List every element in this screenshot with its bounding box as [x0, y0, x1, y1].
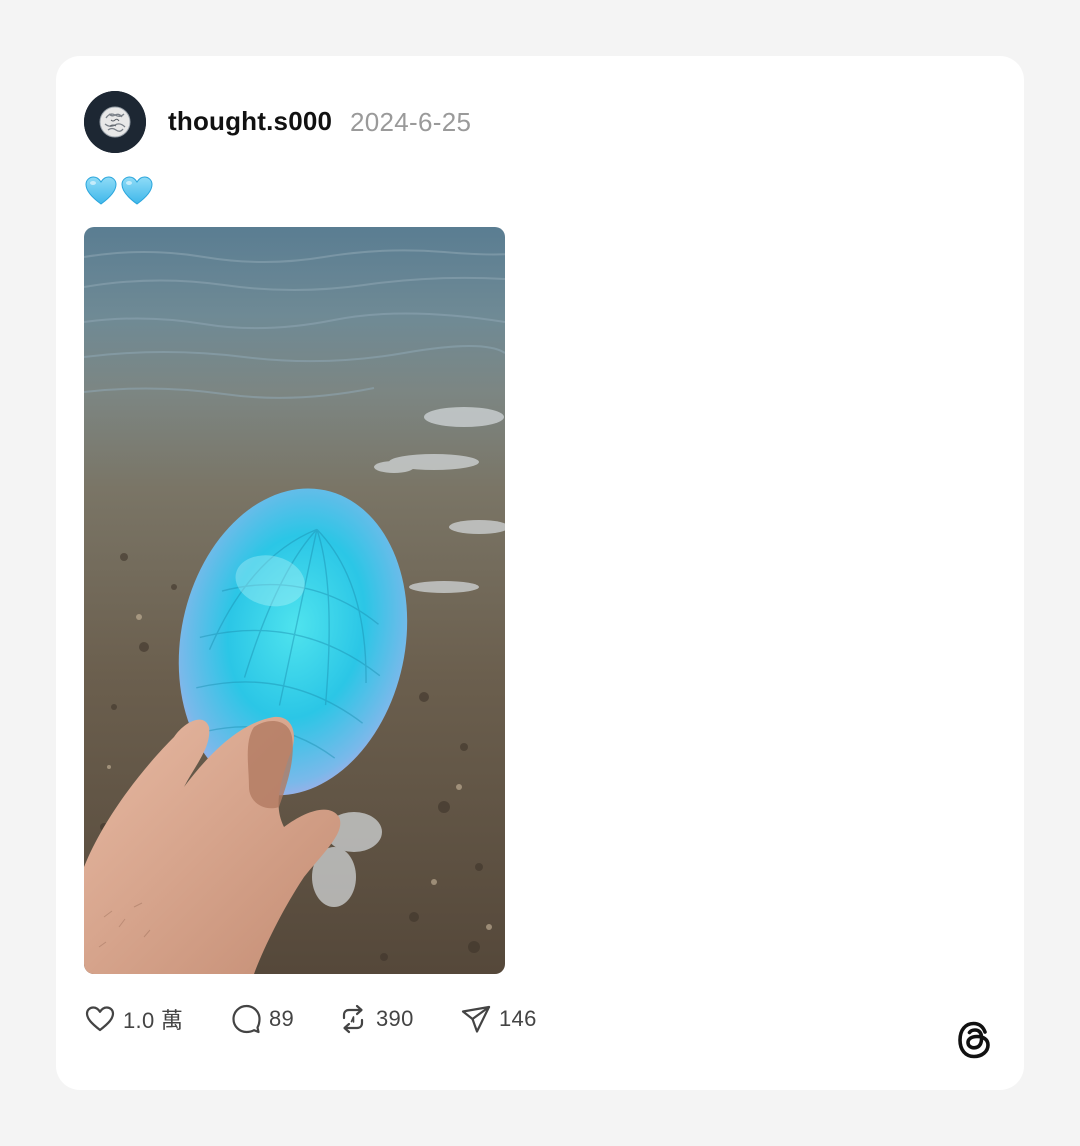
post-date[interactable]: 2024-6-25	[350, 107, 471, 138]
speech-bubble-icon	[230, 1003, 262, 1035]
share-count: 146	[499, 1006, 537, 1031]
blue-heart-icon	[121, 176, 153, 205]
post-video[interactable]	[84, 227, 505, 974]
like-count: 1.0 萬	[123, 1008, 184, 1033]
repost-count: 390	[376, 1006, 414, 1031]
repost-arrows-icon	[337, 1003, 369, 1035]
reply-count: 89	[269, 1006, 295, 1031]
username[interactable]: thought.s000	[168, 106, 332, 137]
paper-plane-icon	[460, 1003, 492, 1035]
like-button[interactable]: 1.0 萬	[84, 1002, 230, 1036]
repost-button[interactable]: 390	[337, 1002, 460, 1036]
reply-button[interactable]: 89	[230, 1002, 337, 1036]
blue-heart-icon	[85, 176, 117, 205]
avatar[interactable]	[84, 91, 146, 153]
action-bar: 1.0 萬 89 390 146	[84, 1002, 550, 1036]
post-card: thought.s000 2024-6-25 1.0 萬 89 390 146	[56, 56, 1024, 1090]
share-button[interactable]: 146	[460, 1002, 550, 1036]
threads-logo-icon[interactable]	[954, 1018, 996, 1062]
heart-outline-icon	[84, 1003, 116, 1035]
post-text	[84, 174, 154, 214]
